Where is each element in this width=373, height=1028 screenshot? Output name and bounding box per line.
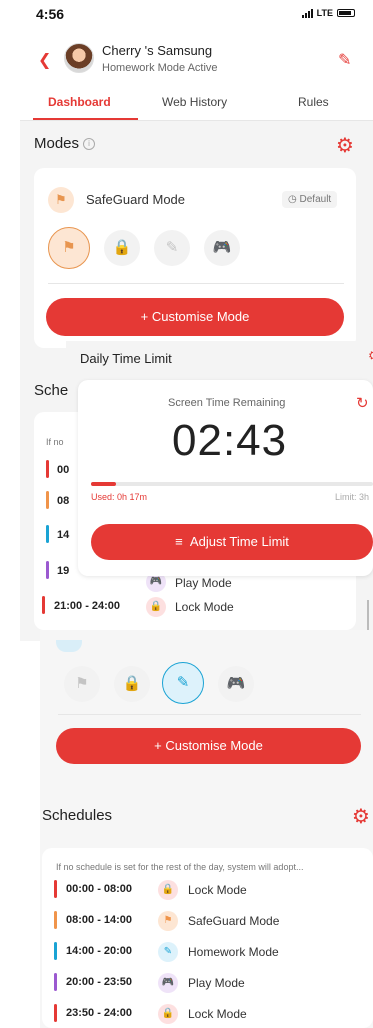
schedule-label: Play Mode: [188, 976, 245, 990]
schedule-time-fragment: 00: [57, 464, 70, 476]
schedule-label: Lock Mode: [188, 1007, 247, 1021]
mode-homework-button[interactable]: ✎: [162, 662, 204, 704]
lower-modes-divider: [58, 714, 361, 715]
modes-title: Modes i: [34, 135, 96, 152]
customise-mode-button[interactable]: + Customise Mode: [46, 298, 344, 336]
mode-lock-button[interactable]: 🔒: [114, 666, 150, 702]
usage-progress-fill: [91, 482, 116, 486]
schedules-hint: If no schedule is set for the rest of th…: [56, 862, 304, 872]
homework-icon: ✎: [158, 942, 178, 962]
schedule-color-bar: [42, 596, 45, 614]
back-icon[interactable]: ❮: [38, 50, 51, 70]
schedule-label: Lock Mode: [188, 883, 247, 897]
schedule-color-bar: [54, 911, 57, 929]
safeguard-icon: ⚑: [158, 911, 178, 931]
lower-customise-mode-button[interactable]: + Customise Mode: [56, 728, 361, 764]
schedule-time-fragment: 14: [57, 529, 70, 541]
mode-safeguard-button[interactable]: ⚑: [64, 666, 100, 702]
info-icon[interactable]: i: [83, 138, 96, 151]
lock-icon: 🔒: [158, 880, 178, 900]
upper-schedules-hint-fragment: If no: [46, 437, 64, 447]
usage-progress-track: [91, 482, 373, 486]
daily-time-limit-title: Daily Time Limit: [80, 351, 172, 366]
device-status: Homework Mode Active: [102, 62, 218, 74]
default-badge: ◷ Default: [282, 191, 338, 208]
time-remaining: 02:43: [172, 416, 288, 465]
schedule-color-bar: [46, 525, 49, 543]
schedule-color-bar: [54, 942, 57, 960]
schedule-time: 20:00 - 23:50: [66, 976, 133, 988]
lock-icon: 🔒: [146, 597, 166, 617]
adjust-time-limit-button[interactable]: ≡ Adjust Time Limit: [91, 524, 373, 560]
battery-icon: [337, 9, 355, 17]
tab-dashboard[interactable]: Dashboard: [48, 95, 111, 109]
schedule-time-fragment: 19: [57, 565, 70, 577]
adjust-time-limit-label: Adjust Time Limit: [189, 534, 289, 549]
schedule-color-bar: [46, 460, 49, 478]
schedule-color-bar: [54, 880, 57, 898]
overlay-gear-icon[interactable]: ⚙: [368, 348, 373, 364]
sliders-icon: ≡: [175, 534, 183, 549]
schedule-color-bar: [46, 491, 49, 509]
schedule-time-fragment: 08: [57, 495, 70, 507]
modes-title-text: Modes: [34, 135, 80, 152]
schedules-title: Schedules: [42, 807, 113, 824]
upper-schedules-title-fragment: Sche: [34, 382, 69, 399]
tab-web-history[interactable]: Web History: [162, 95, 227, 109]
schedule-color-bar: [46, 561, 49, 579]
mode-safeguard-button[interactable]: ⚑: [48, 227, 90, 269]
mode-play-button[interactable]: 🎮: [218, 666, 254, 702]
mode-play-button[interactable]: 🎮: [204, 230, 240, 266]
status-indicators: LTE: [301, 8, 355, 18]
lock-icon: 🔒: [158, 1004, 178, 1024]
safeguard-icon: ⚑: [48, 187, 74, 213]
schedule-time: 14:00 - 20:00: [66, 945, 133, 957]
used-time-label: Used: 0h 17m: [91, 492, 148, 502]
mode-lock-button[interactable]: 🔒: [104, 230, 140, 266]
schedules-card: [42, 848, 373, 1028]
schedules-settings-gear-icon[interactable]: ⚙: [352, 804, 370, 829]
schedule-label: SafeGuard Mode: [188, 914, 280, 928]
edit-icon[interactable]: ✎: [338, 50, 351, 70]
device-name: Cherry 's Samsung: [102, 43, 213, 58]
schedule-time: 08:00 - 14:00: [66, 914, 133, 926]
schedule-color-bar: [54, 1004, 57, 1022]
schedule-color-bar: [54, 973, 57, 991]
screen-time-label: Screen Time Remaining: [168, 397, 286, 409]
limit-label: Limit: 3h: [335, 492, 370, 502]
schedule-label: Lock Mode: [175, 600, 234, 614]
network-label: LTE: [316, 8, 333, 18]
mode-homework-button[interactable]: ✎: [154, 230, 190, 266]
schedule-time: 21:00 - 24:00: [54, 600, 121, 612]
status-time: 4:56: [36, 6, 65, 22]
modes-settings-gear-icon[interactable]: ⚙: [336, 133, 354, 158]
avatar: [64, 43, 94, 73]
schedule-label: Homework Mode: [188, 945, 279, 959]
tab-rules[interactable]: Rules: [298, 95, 329, 109]
gamepad-icon: 🎮: [158, 973, 178, 993]
current-mode-name: SafeGuard Mode: [86, 192, 186, 207]
schedule-time: 00:00 - 08:00: [66, 883, 133, 895]
modes-divider: [48, 283, 344, 284]
default-label: Default: [299, 194, 332, 205]
schedule-time: 23:50 - 24:00: [66, 1007, 133, 1019]
schedule-label-fragment: Play Mode: [175, 576, 232, 590]
signal-icon: [301, 8, 313, 18]
history-icon[interactable]: ↻: [356, 394, 369, 412]
